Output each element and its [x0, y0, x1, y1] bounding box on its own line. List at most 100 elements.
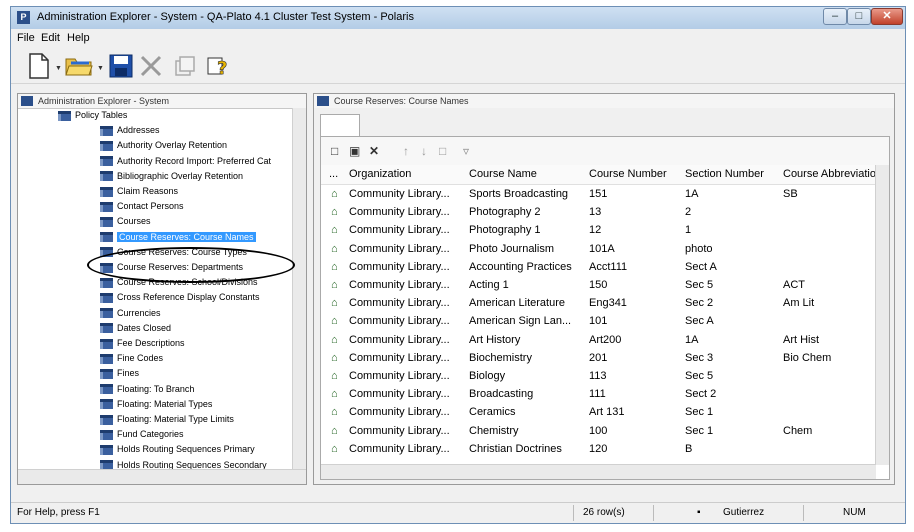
table-icon [100, 171, 113, 182]
table-row[interactable]: ⌂ Community Library... Acting 1 150 Sec 5 ACT [321, 276, 876, 294]
table-row[interactable]: ⌂ Community Library... American Literature… [321, 294, 876, 312]
tree-item[interactable]: Courses [100, 214, 151, 228]
cell-section-number: Sec 2 [685, 297, 714, 310]
tree-item-label: Course Reserves: School/Divisions [117, 277, 258, 288]
table-row[interactable]: ⌂ Community Library... Chemistry 100 Sec 1 Ch… [321, 422, 876, 440]
table-row[interactable]: ⌂ Community Library... Sports Broadcasting… [321, 185, 876, 203]
filter-icon[interactable]: ▿ [463, 144, 469, 158]
tree-item[interactable]: Course Reserves: Course Types [100, 245, 247, 259]
course-names-pane: Course Reserves: Course Names □ ▣ ✕ ↑ ↓ … [313, 93, 895, 485]
cell-course-name: Photography 1 [469, 224, 541, 237]
table-icon [100, 353, 113, 364]
tree-item[interactable]: Fine Codes [100, 351, 163, 365]
delete-row-icon[interactable]: ✕ [369, 144, 379, 158]
tree-item-label: Floating: To Branch [117, 383, 195, 394]
edit-row-icon[interactable]: ▣ [349, 144, 360, 158]
tree-item[interactable]: Dates Closed [100, 321, 171, 335]
tree-item[interactable]: Fee Descriptions [100, 336, 185, 350]
table-row[interactable]: ⌂ Community Library... Photography 2 13 2 [321, 203, 876, 221]
table-icon [100, 262, 113, 273]
tree-item[interactable]: Authority Record Import: Preferred Cat [100, 154, 271, 168]
menu-file[interactable]: File [17, 32, 35, 44]
status-separator [803, 505, 804, 521]
save-icon[interactable] [107, 52, 135, 80]
explorer-icon [21, 96, 33, 106]
menu-edit[interactable]: Edit [41, 32, 60, 44]
move-up-icon[interactable]: ↑ [403, 144, 409, 158]
tree-item[interactable]: Holds Routing Sequences Primary [100, 442, 255, 456]
tree-horizontal-scrollbar[interactable] [18, 469, 306, 484]
tree-item[interactable]: Floating: Material Types [100, 397, 212, 411]
table-row[interactable]: ⌂ Community Library... Biology 113 Sec 5 [321, 367, 876, 385]
column-header-section-number[interactable]: Section Number [685, 168, 764, 180]
tree-item[interactable]: Bibliographic Overlay Retention [100, 169, 243, 183]
tree-item[interactable]: Claim Reasons [100, 184, 178, 198]
title-bar[interactable]: P Administration Explorer - System - QA-… [11, 7, 905, 29]
table-row[interactable]: ⌂ Community Library... Broadcasting 111 Sect… [321, 385, 876, 403]
tree-item[interactable]: Floating: Material Type Limits [100, 412, 234, 426]
menu-help[interactable]: Help [67, 32, 90, 44]
grid-vertical-scrollbar[interactable] [875, 165, 889, 465]
cell-course-abbreviation: ACT [783, 279, 805, 291]
cell-course-name: Acting 1 [469, 279, 509, 291]
table-row[interactable]: ⌂ Community Library... Photo Journalism 101… [321, 240, 876, 258]
tree-item[interactable]: Course Reserves: School/Divisions [100, 275, 258, 289]
tree-item[interactable]: Fund Categories [100, 427, 184, 441]
tree-item-label: Addresses [117, 125, 160, 136]
table-row[interactable]: ⌂ Community Library... Photography 1 12 1 [321, 221, 876, 239]
tree-item[interactable]: Policy Tables [58, 108, 127, 122]
column-header-course-number[interactable]: Course Number [589, 168, 667, 180]
table-row[interactable]: ⌂ Community Library... Christian Doctrines… [321, 440, 876, 458]
tree-item[interactable]: Fines [100, 366, 139, 380]
table-row[interactable]: ⌂ Community Library... American Sign Lan..… [321, 312, 876, 330]
grid-horizontal-scrollbar[interactable] [321, 464, 876, 479]
close-button[interactable]: ✕ [871, 8, 903, 25]
tree-item[interactable]: Contact Persons [100, 199, 184, 213]
insert-row-icon[interactable]: □ [439, 144, 446, 158]
tree-item-label: Claim Reasons [117, 186, 179, 196]
library-icon: ⌂ [331, 351, 338, 364]
status-separator [653, 505, 654, 521]
tree-vertical-scrollbar[interactable] [292, 108, 306, 470]
table-row[interactable]: ⌂ Community Library... Ceramics Art 131 Sec … [321, 403, 876, 421]
minimize-button[interactable]: – [823, 8, 847, 25]
table-icon [100, 247, 113, 258]
tree-item[interactable]: Cross Reference Display Constants [100, 290, 260, 304]
column-header-select[interactable]: ... [329, 168, 338, 180]
column-header-organization[interactable]: Organization [349, 168, 411, 180]
tree-item[interactable]: Addresses [100, 123, 160, 137]
status-user: Gutierrez [723, 507, 765, 518]
tree-item[interactable]: Course Reserves: Course Names [100, 230, 256, 244]
tree-item[interactable]: Authority Overlay Retention [100, 138, 227, 152]
open-folder-icon[interactable] [65, 52, 93, 80]
new-row-icon[interactable]: □ [331, 144, 338, 158]
cell-course-number: 201 [589, 351, 608, 364]
column-header-course-abbreviation[interactable]: Course Abbreviation [783, 168, 882, 180]
open-dropdown-icon[interactable]: ▼ [97, 65, 104, 72]
cell-organization: Community Library... [349, 206, 450, 219]
cell-course-number: 151 [589, 188, 608, 200]
help-icon[interactable]: ? [205, 52, 233, 80]
tree-item[interactable]: Course Reserves: Departments [100, 260, 243, 274]
table-row[interactable]: ⌂ Community Library... Biochemistry 201 Sec … [321, 349, 876, 367]
properties-icon[interactable] [171, 52, 199, 80]
grid-pane-title: Course Reserves: Course Names [334, 96, 469, 106]
tab-default[interactable] [320, 114, 360, 136]
move-down-icon[interactable]: ↓ [421, 144, 427, 158]
table-row[interactable]: ⌂ Community Library... Art History Art200 1A… [321, 331, 876, 349]
cell-section-number: Sect 2 [685, 388, 717, 401]
library-icon: ⌂ [331, 260, 338, 273]
table-row[interactable]: ⌂ Community Library... Accounting Practice… [321, 258, 876, 276]
tree-item[interactable]: Currencies [100, 306, 161, 320]
new-icon[interactable] [25, 52, 53, 80]
table-icon [100, 277, 113, 288]
library-icon: ⌂ [331, 370, 338, 382]
new-dropdown-icon[interactable]: ▼ [55, 65, 62, 72]
tree-item-label: Fee Descriptions [117, 338, 185, 348]
cell-course-number: 101 [589, 315, 608, 328]
column-header-course-name[interactable]: Course Name [469, 168, 537, 180]
tree-item[interactable]: Floating: To Branch [100, 382, 194, 396]
delete-icon[interactable] [137, 52, 165, 80]
table-icon [100, 201, 113, 212]
maximize-button[interactable]: □ [847, 8, 871, 25]
